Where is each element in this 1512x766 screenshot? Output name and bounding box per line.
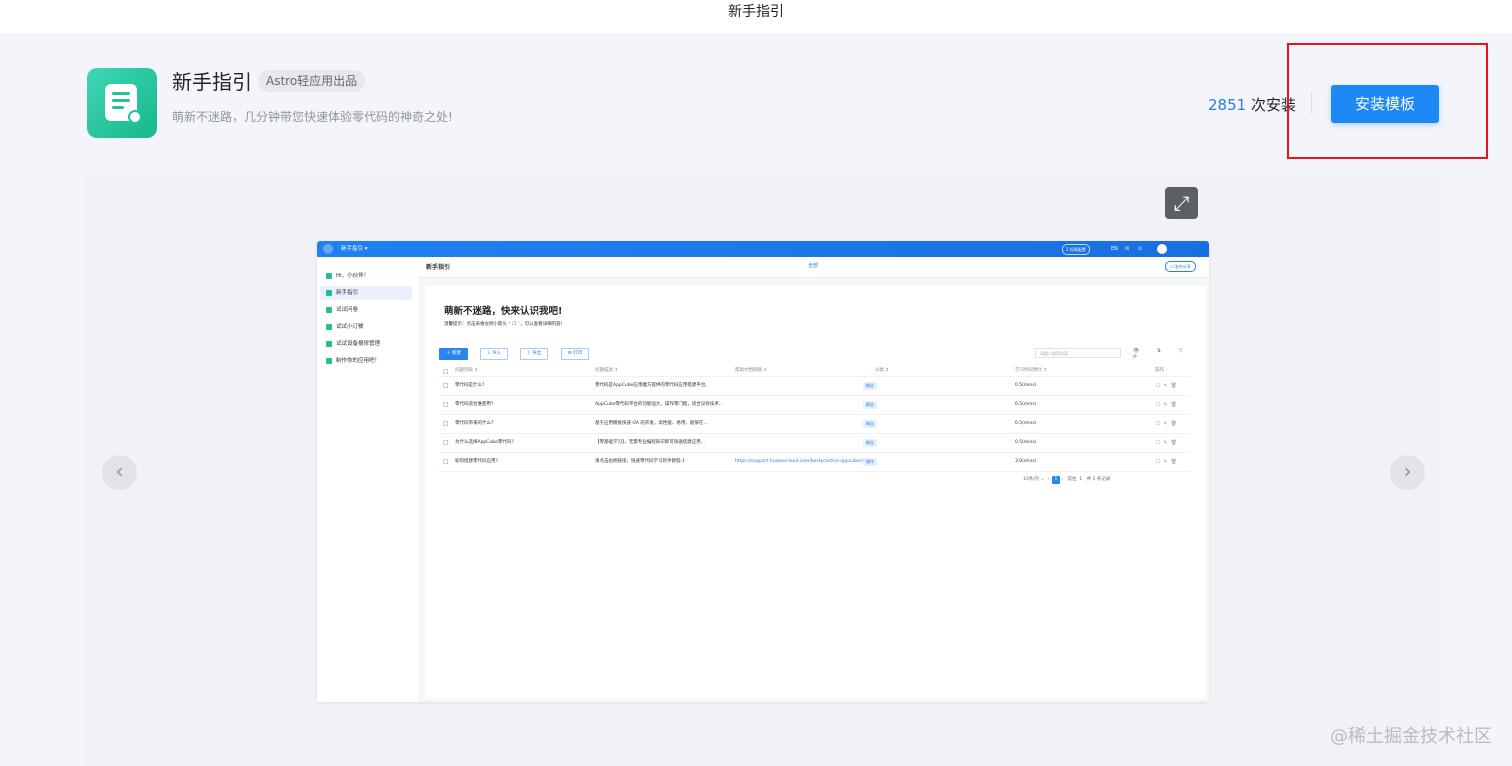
- chevron-right-icon[interactable]: ›: [1390, 455, 1425, 490]
- language-icon: EN: [1111, 246, 1118, 252]
- app-icon: [87, 68, 157, 138]
- preview-hint: 温馨提示：点击表格左侧小箭头 ⁺ ☐ ⁻，可以查看详细内容!: [444, 322, 563, 327]
- mail-icon: ✉: [1125, 246, 1130, 252]
- preview-app-name: 新手指引 ▾: [341, 246, 368, 252]
- preview-table: 问题列表 ↕ 问题描述 ↕ 帮助文档链接 ↕ 分类 ↕ 学习时间预计 ↕ 操作 …: [439, 366, 1191, 472]
- table-row: 为什么选择AppCube零代码? 【零基础学习】，无需专业编程知识即可快速搭建应…: [439, 434, 1191, 453]
- table-header: 问题列表 ↕ 问题描述 ↕ 帮助文档链接 ↕ 分类 ↕ 学习时间预计 ↕ 操作: [439, 366, 1191, 377]
- preview-table-tools: 👁 ⇅ ▽ ⟳: [1133, 348, 1191, 360]
- app-description: 萌新不迷路，几分钟带您快速体验零代码的神奇之处!: [172, 110, 453, 124]
- preview-page-title: 新手指引: [426, 264, 451, 271]
- table-row: 零代码带来的什么? 基于应用模板快速 OA 的开发，高性能、易用、能够在... …: [439, 415, 1191, 434]
- back-icon: [323, 244, 333, 254]
- preview-print-button: ⊞ 打印: [561, 348, 590, 360]
- avatar: [1157, 244, 1167, 254]
- preview-topnav: 新手指引 全部 ☐ 发布分享: [418, 257, 1209, 278]
- table-row: 零代码适合谁使用? AppCube零代码平台的功能强大，操作零门槛，适合没有技术…: [439, 396, 1191, 415]
- preview-share-button: ☐ 发布分享: [1165, 261, 1196, 272]
- install-count-number: 2851: [1208, 96, 1247, 114]
- highlight-annotation-box: [1287, 43, 1488, 159]
- preview-new-button: ＋ 新建: [439, 348, 468, 360]
- preview-sidebar-item: 试试问卷: [320, 303, 412, 317]
- preview-sidebar-item: 制作你的应用吧！: [320, 354, 412, 368]
- chevron-left-icon[interactable]: ‹: [102, 455, 137, 490]
- app-title: 新手指引: [172, 70, 252, 94]
- install-count: 2851 次安装: [1208, 96, 1296, 114]
- preview-sidebar: Hi，小伙伴！ 新手指引 试试问卷 试试小订餐 试试设备报修管理 制作你的应用吧…: [317, 257, 418, 702]
- table-row: 如何搭建零代码应用? 请点击右侧链接，快速零代码学习新手教程-1 https:/…: [439, 453, 1191, 472]
- preview-pagination: 10条/页 ⌄ ‹ 1 › 前往 1 共 5 条记录: [1023, 476, 1111, 484]
- preview-main: 萌新不迷路，快来认识我吧! 温馨提示：点击表格左侧小箭头 ⁺ ☐ ⁻，可以查看详…: [425, 286, 1206, 699]
- preview-search-input: 请输入搜索内容: [1035, 348, 1121, 358]
- preview-sidebar-item: Hi，小伙伴！: [320, 269, 412, 283]
- template-preview-screenshot: 新手指引 ▾ 2 权限配置 EN ✉ ⊙ Hi，小伙伴！ 新手指引 试试问卷 试…: [317, 241, 1209, 702]
- preview-sidebar-item: 试试设备报修管理: [320, 337, 412, 351]
- preview-center-link: 全部: [808, 263, 819, 269]
- preview-header: 新手指引 ▾ 2 权限配置 EN ✉ ⊙: [317, 241, 1209, 257]
- preview-export-button: ⇧ 导出: [520, 348, 549, 360]
- publisher-tag: Astro轻应用出品: [258, 70, 366, 92]
- watermark: @稀土掘金技术社区: [1330, 726, 1492, 747]
- table-row: 零代码是什么? 零代码是AppCube应用魔方提供的零代码应用搭建平台, 概念 …: [439, 377, 1191, 396]
- preview-permission-button: 2 权限配置: [1062, 244, 1090, 255]
- preview-welcome: 萌新不迷路，快来认识我吧!: [444, 306, 563, 317]
- preview-import-button: ⇩ 导入: [480, 348, 509, 360]
- preview-sidebar-item: 新手指引: [320, 286, 412, 300]
- help-icon: ⊙: [1138, 246, 1143, 252]
- expand-arrows-icon[interactable]: ⤢: [1165, 187, 1198, 219]
- preview-sidebar-item: 试试小订餐: [320, 320, 412, 334]
- window-title: 新手指引: [0, 0, 1512, 33]
